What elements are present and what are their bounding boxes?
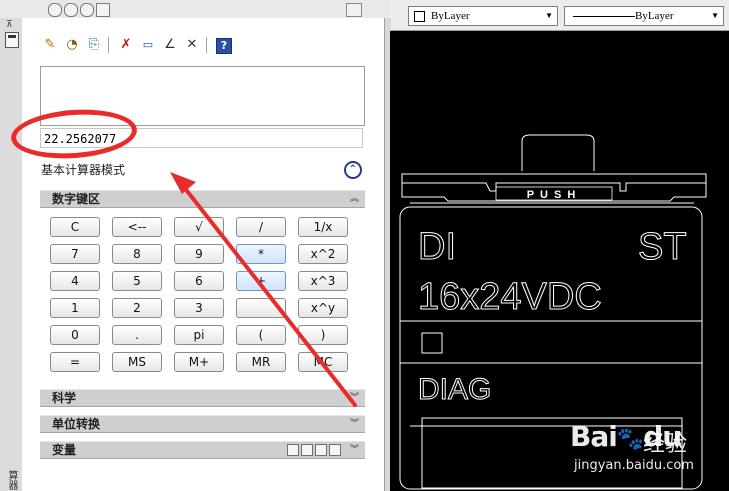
linetype-combo[interactable]: ByLayer ▼ bbox=[564, 6, 724, 26]
key-divide[interactable]: / bbox=[236, 217, 286, 237]
diag-label: DIAG bbox=[418, 373, 491, 406]
key-power[interactable]: x^y bbox=[298, 298, 348, 318]
toolbar-separator bbox=[108, 37, 109, 53]
key-plus[interactable]: + bbox=[236, 271, 286, 291]
mode-label: 基本计算器模式 bbox=[41, 163, 126, 177]
expand-chevron-icon[interactable]: ︾ bbox=[350, 442, 359, 458]
intersection-icon[interactable]: ✕ bbox=[182, 36, 202, 54]
key-8[interactable]: 8 bbox=[112, 244, 162, 264]
color-combo[interactable]: ByLayer ▼ bbox=[408, 6, 558, 26]
collapse-chevron-icon[interactable]: ︽ bbox=[350, 191, 359, 207]
sun-icon[interactable] bbox=[64, 3, 78, 17]
lightbulb-icon[interactable] bbox=[48, 3, 62, 17]
palette-title: 算器 bbox=[6, 470, 17, 490]
key-sqrt[interactable]: √ bbox=[174, 217, 224, 237]
delete-variable-icon[interactable] bbox=[315, 444, 327, 456]
lock-icon[interactable] bbox=[80, 3, 94, 17]
baidu-watermark: Bai🐾du 经验 jingyan.baidu.com bbox=[570, 418, 729, 478]
expand-chevron-icon[interactable]: ︾ bbox=[350, 390, 359, 406]
calc-toolbar: ✎ ◔ ⎘ ✗ ▭ ∠ ✕ ? bbox=[36, 36, 296, 56]
key-backspace[interactable]: <-- bbox=[112, 217, 162, 237]
keypad-title: 数字键区 bbox=[52, 192, 101, 206]
variables-title: 变量 bbox=[52, 443, 77, 457]
key-reciprocal[interactable]: 1/x bbox=[298, 217, 348, 237]
module-top-edge bbox=[401, 173, 707, 183]
palette-title-strip: ⊼ 算器 bbox=[0, 18, 23, 491]
key-memory-store[interactable]: MS bbox=[112, 352, 162, 372]
key-4[interactable]: 4 bbox=[50, 271, 100, 291]
key-7[interactable]: 7 bbox=[50, 244, 100, 264]
quick-access-icons bbox=[48, 3, 348, 17]
new-variable-icon[interactable] bbox=[287, 444, 299, 456]
linetype-preview bbox=[573, 16, 635, 17]
key-2[interactable]: 2 bbox=[112, 298, 162, 318]
unit-conversion-title: 单位转换 bbox=[52, 417, 101, 431]
science-section-header[interactable]: 科学 ︾ bbox=[40, 389, 365, 407]
di-label: DI bbox=[418, 226, 456, 268]
history-area[interactable] bbox=[40, 66, 365, 126]
key-9[interactable]: 9 bbox=[174, 244, 224, 264]
watermark-url: jingyan.baidu.com bbox=[574, 458, 694, 473]
key-1[interactable]: 1 bbox=[50, 298, 100, 318]
paste-to-command-icon[interactable]: ⎘ bbox=[84, 36, 104, 54]
calculator-grid-icon[interactable] bbox=[329, 444, 341, 456]
quickcalc-palette: ✎ ◔ ⎘ ✗ ▭ ∠ ✕ ? 22.2562077 基本计算器模式 ⌃ 数字键… bbox=[22, 18, 384, 491]
color-combo-value: ByLayer bbox=[431, 10, 470, 22]
key-clear[interactable]: C bbox=[50, 217, 100, 237]
paw-icon: 🐾 bbox=[616, 427, 644, 452]
clear-eraser-icon[interactable]: ✎ bbox=[40, 36, 60, 54]
st-label: ST bbox=[638, 226, 687, 268]
key-0[interactable]: 0 bbox=[50, 325, 100, 345]
number-keypad: C <-- √ / 1/x 7 8 9 * x^2 4 5 6 + x^3 1 … bbox=[40, 212, 365, 376]
clear-history-icon[interactable]: ◔ bbox=[62, 36, 82, 54]
key-decimal[interactable]: . bbox=[112, 325, 162, 345]
key-memory-clear[interactable]: MC bbox=[298, 352, 348, 372]
push-tab-outline bbox=[521, 134, 595, 171]
chevron-down-icon: ▼ bbox=[545, 11, 553, 20]
chevron-down-icon: ▼ bbox=[711, 11, 719, 20]
status-led-box bbox=[421, 332, 443, 354]
key-square[interactable]: x^2 bbox=[298, 244, 348, 264]
key-memory-add[interactable]: M+ bbox=[174, 352, 224, 372]
science-title: 科学 bbox=[52, 391, 77, 405]
key-close-paren[interactable]: ) bbox=[298, 325, 348, 345]
watermark-cn-text: 经验 bbox=[643, 432, 688, 457]
expand-chevron-icon[interactable]: ︾ bbox=[350, 416, 359, 432]
color-swatch bbox=[414, 11, 425, 22]
key-memory-recall[interactable]: MR bbox=[236, 352, 286, 372]
mode-toggle-button[interactable]: ⌃ bbox=[344, 161, 362, 179]
angle-icon[interactable]: ∠ bbox=[160, 36, 180, 54]
top-toolbar-left bbox=[0, 0, 390, 19]
key-multiply[interactable]: * bbox=[236, 244, 286, 264]
properties-toolbar: ByLayer ▼ ByLayer ▼ bbox=[390, 0, 729, 31]
toolbar-dropdown-button[interactable] bbox=[346, 3, 362, 17]
variables-section-header[interactable]: 变量 ︾ bbox=[40, 441, 365, 459]
get-coordinates-icon[interactable]: ✗ bbox=[116, 36, 136, 54]
key-equals[interactable]: = bbox=[50, 352, 100, 372]
key-cube[interactable]: x^3 bbox=[298, 271, 348, 291]
key-6[interactable]: 6 bbox=[174, 271, 224, 291]
variable-buttons bbox=[287, 444, 343, 456]
calculator-icon bbox=[5, 32, 19, 48]
key-open-paren[interactable]: ( bbox=[236, 325, 286, 345]
voltage-label: 16x24VDC bbox=[418, 276, 602, 318]
linetype-combo-value: ByLayer bbox=[635, 10, 674, 22]
layer-color-icon[interactable] bbox=[96, 3, 110, 17]
pin-icon[interactable]: ⊼ bbox=[6, 20, 13, 30]
key-pi[interactable]: pi bbox=[174, 325, 224, 345]
distance-icon[interactable]: ▭ bbox=[138, 36, 158, 54]
calc-input-field[interactable]: 22.2562077 bbox=[40, 128, 363, 148]
help-icon[interactable]: ? bbox=[216, 38, 232, 54]
push-label: PUSH bbox=[527, 189, 582, 201]
keypad-section-header[interactable]: 数字键区 ︽ bbox=[40, 190, 365, 208]
key-5[interactable]: 5 bbox=[112, 271, 162, 291]
unit-conversion-section-header[interactable]: 单位转换 ︾ bbox=[40, 415, 365, 433]
edit-variable-icon[interactable] bbox=[301, 444, 313, 456]
toolbar-separator bbox=[206, 37, 207, 53]
key-minus[interactable] bbox=[236, 298, 286, 318]
key-3[interactable]: 3 bbox=[174, 298, 224, 318]
